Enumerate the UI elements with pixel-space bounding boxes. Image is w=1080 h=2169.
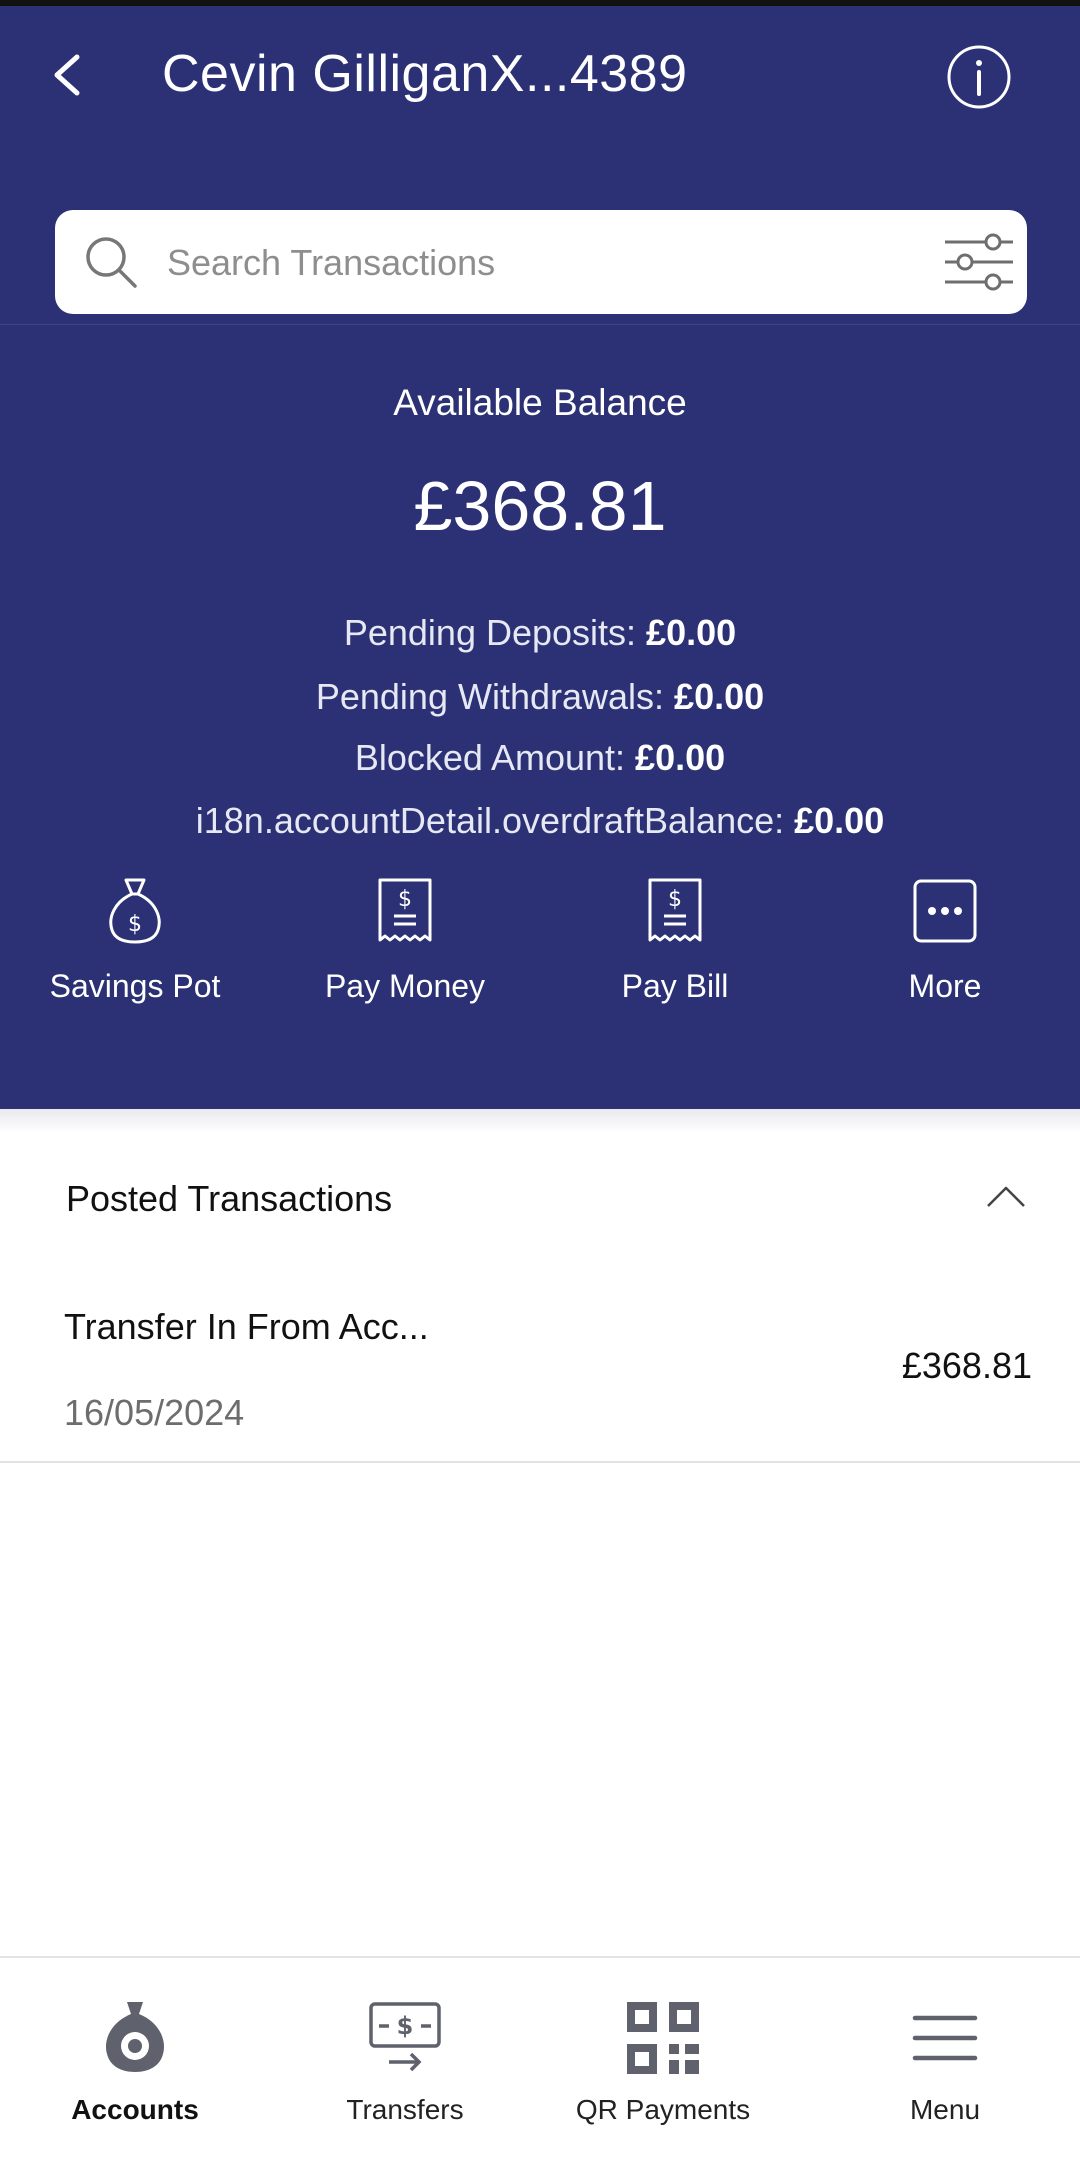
available-balance-amount: £368.81 xyxy=(413,467,667,545)
money-bag-icon: $ xyxy=(109,878,161,944)
transaction-date: 16/05/2024 xyxy=(64,1392,245,1433)
svg-text:$: $ xyxy=(398,887,412,912)
qr-code-icon xyxy=(627,2002,699,2074)
quick-actions: $ Savings Pot $ Pay Money $ Pay Bill Mor… xyxy=(0,876,1080,1026)
overdraft-balance: i18n.accountDetail.overdraftBalance: £0.… xyxy=(195,800,885,841)
svg-text:$: $ xyxy=(397,2012,414,2040)
tab-menu[interactable]: Menu xyxy=(810,1998,1080,2126)
more-dots-icon xyxy=(913,879,977,943)
savings-pot-label: Savings Pot xyxy=(49,968,221,1004)
chevron-left-icon xyxy=(54,54,80,96)
header-shadow xyxy=(0,1109,1080,1133)
receipt-icon: $ xyxy=(378,878,432,942)
svg-text:$: $ xyxy=(128,912,142,937)
pay-money-button[interactable]: $ Pay Money xyxy=(270,876,540,1005)
posted-transactions-title: Posted Transactions xyxy=(66,1178,393,1219)
more-button[interactable]: More xyxy=(810,876,1080,1005)
tab-qr-payments[interactable]: QR Payments xyxy=(528,1998,798,2126)
filter-sliders-icon xyxy=(945,233,1013,291)
pay-money-label: Pay Money xyxy=(324,968,486,1004)
tab-transfers[interactable]: $ Transfers xyxy=(270,1998,540,2126)
money-bag-icon xyxy=(106,2002,164,2072)
tab-menu-label: Menu xyxy=(909,2094,981,2125)
tab-transfers-label: Transfers xyxy=(346,2094,464,2125)
pay-bill-label: Pay Bill xyxy=(621,968,729,1004)
bottom-nav: Accounts $ Transfers QR Payments Menu xyxy=(0,1956,1080,2169)
page-title: Cevin GilliganX...4389 xyxy=(162,45,688,103)
receipt-icon: $ xyxy=(648,878,702,942)
info-button[interactable] xyxy=(946,44,1012,110)
search-input[interactable] xyxy=(165,230,869,296)
filter-button[interactable] xyxy=(943,232,1015,292)
tab-accounts[interactable]: Accounts xyxy=(0,1998,270,2126)
header-divider xyxy=(0,324,1080,325)
blocked-amount: Blocked Amount: £0.00 xyxy=(354,737,726,778)
tab-qr-payments-label: QR Payments xyxy=(575,2094,751,2125)
pending-withdrawals: Pending Withdrawals: £0.00 xyxy=(315,676,765,717)
collapse-button[interactable] xyxy=(986,1184,1026,1208)
transaction-amount: £368.81 xyxy=(901,1345,1032,1386)
tab-accounts-label: Accounts xyxy=(71,2094,199,2125)
info-circle-icon xyxy=(947,45,1011,109)
search-bar xyxy=(55,210,1027,314)
back-button[interactable] xyxy=(44,52,90,98)
svg-text:$: $ xyxy=(668,887,682,912)
pending-deposits: Pending Deposits: £0.00 xyxy=(343,612,737,653)
hamburger-menu-icon xyxy=(912,2015,978,2061)
transfer-icon: $ xyxy=(369,2002,441,2072)
transaction-divider xyxy=(0,1461,1080,1463)
savings-pot-button[interactable]: $ Savings Pot xyxy=(0,876,270,1005)
available-balance-label: Available Balance xyxy=(393,382,687,423)
transaction-description: Transfer In From Acc... xyxy=(64,1306,429,1347)
more-label: More xyxy=(908,968,982,1004)
pay-bill-button[interactable]: $ Pay Bill xyxy=(540,876,810,1005)
search-icon xyxy=(86,237,137,288)
chevron-up-icon xyxy=(987,1186,1025,1207)
account-header: Cevin GilliganX...4389 Available Balance… xyxy=(0,6,1080,1109)
